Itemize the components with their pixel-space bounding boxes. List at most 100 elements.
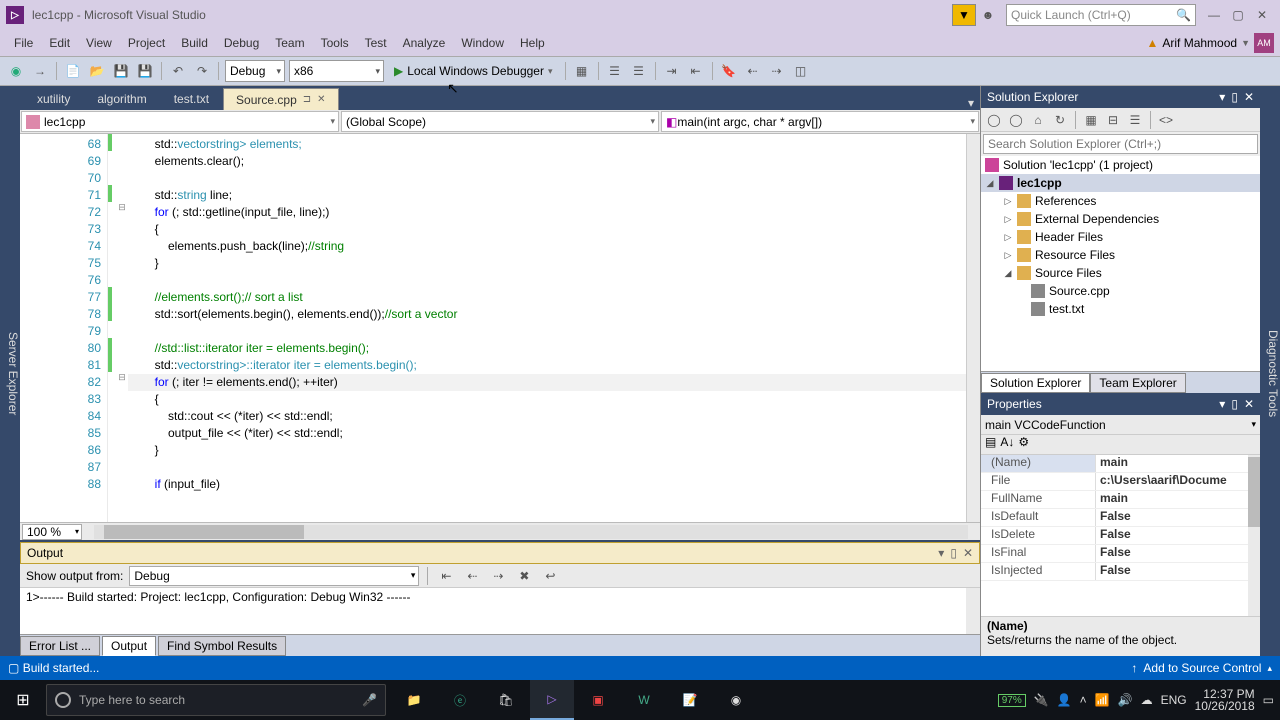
wifi-icon[interactable]: 📶 bbox=[1095, 693, 1110, 707]
uncomment-icon[interactable]: ☰ bbox=[629, 61, 649, 81]
bm-prev-icon[interactable]: ⇠ bbox=[743, 61, 763, 81]
mic-icon[interactable]: 🎤 bbox=[362, 693, 377, 707]
properties-header[interactable]: Properties ▾▯✕ bbox=[981, 393, 1260, 415]
properties-subject[interactable]: main VCCodeFunction▾ bbox=[981, 415, 1260, 435]
property-grid[interactable]: (Name)mainFilec:\Users\aarif\DocumeFullN… bbox=[981, 455, 1260, 616]
notifications-icon[interactable]: ▭ bbox=[1263, 693, 1274, 707]
tree-file[interactable]: Source.cpp bbox=[981, 282, 1260, 300]
se-dropdown-icon[interactable]: ▾ bbox=[1219, 90, 1225, 104]
output-scrollbar[interactable] bbox=[966, 588, 980, 634]
se-close-icon[interactable]: ✕ bbox=[1244, 90, 1254, 104]
chevron-down-icon[interactable]: ▼ bbox=[1241, 38, 1250, 48]
solution-node[interactable]: Solution 'lec1cpp' (1 project) bbox=[981, 156, 1260, 174]
tabs-overflow-icon[interactable]: ▾ bbox=[962, 96, 980, 110]
source-control-button[interactable]: Add to Source Control bbox=[1143, 661, 1261, 675]
se-tab[interactable]: Team Explorer bbox=[1090, 373, 1185, 393]
menu-tools[interactable]: Tools bbox=[313, 34, 357, 52]
code-editor[interactable]: 6869707172737475767778798081828384858687… bbox=[20, 134, 980, 522]
solution-explorer-header[interactable]: Solution Explorer ▾▯✕ bbox=[981, 86, 1260, 108]
property-row[interactable]: FullNamemain bbox=[981, 491, 1260, 509]
menu-analyze[interactable]: Analyze bbox=[395, 34, 454, 52]
se-refresh-icon[interactable]: ↻ bbox=[1051, 111, 1069, 129]
close-button[interactable]: ✕ bbox=[1250, 4, 1274, 26]
word-app[interactable]: W bbox=[622, 680, 666, 720]
tab-xutility[interactable]: xutility bbox=[24, 88, 83, 110]
prop-pin-icon[interactable]: ▯ bbox=[1231, 397, 1238, 411]
battery-icon[interactable]: 97% bbox=[998, 694, 1026, 707]
prop-cat-icon[interactable]: ▤ bbox=[985, 435, 996, 454]
bm-clear-icon[interactable]: ◫ bbox=[791, 61, 811, 81]
outdent-icon[interactable]: ⇤ bbox=[686, 61, 706, 81]
se-showall-icon[interactable]: ▦ bbox=[1082, 111, 1100, 129]
clear-output-icon[interactable]: ✖ bbox=[514, 566, 534, 586]
indent-icon[interactable]: ⇥ bbox=[662, 61, 682, 81]
comment-icon[interactable]: ☰ bbox=[605, 61, 625, 81]
editor-scrollbar[interactable] bbox=[966, 134, 980, 522]
bottom-tab-output[interactable]: Output bbox=[102, 636, 156, 656]
onedrive-icon[interactable]: ☁ bbox=[1141, 693, 1153, 707]
property-row[interactable]: IsInjectedFalse bbox=[981, 563, 1260, 581]
editor-hscrollbar[interactable] bbox=[94, 525, 968, 539]
panel-dropdown-icon[interactable]: ▾ bbox=[938, 546, 944, 560]
menu-project[interactable]: Project bbox=[120, 34, 173, 52]
people-icon[interactable]: 👤 bbox=[1057, 693, 1072, 707]
configuration-select[interactable]: Debug bbox=[225, 60, 285, 82]
code-content[interactable]: std::vectorstring> elements; elements.cl… bbox=[128, 134, 966, 522]
lang-icon[interactable]: ENG bbox=[1161, 693, 1187, 707]
se-collapse-icon[interactable]: ⊟ bbox=[1104, 111, 1122, 129]
tab-source-cpp[interactable]: Source.cpp⊐✕ bbox=[223, 88, 338, 110]
menu-help[interactable]: Help bbox=[512, 34, 553, 52]
notification-filter-button[interactable]: ▼ bbox=[952, 4, 976, 26]
nav-scope-select[interactable]: (Global Scope) bbox=[341, 111, 659, 132]
menu-edit[interactable]: Edit bbox=[41, 34, 78, 52]
prop-dropdown-icon[interactable]: ▾ bbox=[1219, 397, 1225, 411]
tree-node[interactable]: ▷External Dependencies bbox=[981, 210, 1260, 228]
output-from-select[interactable]: Debug bbox=[129, 566, 419, 586]
property-row[interactable]: IsDeleteFalse bbox=[981, 527, 1260, 545]
wrap-icon[interactable]: ↩ bbox=[540, 566, 560, 586]
output-text[interactable]: 1>------ Build started: Project: lec1cpp… bbox=[20, 588, 980, 634]
save-icon[interactable]: 💾 bbox=[111, 61, 131, 81]
nav-member-select[interactable]: ◧ main(int argc, char * argv[]) bbox=[661, 111, 979, 132]
tree-node[interactable]: ▷Header Files bbox=[981, 228, 1260, 246]
menu-debug[interactable]: Debug bbox=[216, 34, 267, 52]
publish-icon[interactable]: ↑ bbox=[1131, 661, 1137, 675]
property-row[interactable]: IsDefaultFalse bbox=[981, 509, 1260, 527]
edge-app[interactable]: ⓔ bbox=[438, 680, 482, 720]
prop-page-icon[interactable]: ⚙ bbox=[1018, 435, 1029, 454]
se-home-icon[interactable]: ⌂ bbox=[1029, 111, 1047, 129]
project-node[interactable]: ◢lec1cpp bbox=[981, 174, 1260, 192]
tab-test-txt[interactable]: test.txt bbox=[161, 88, 222, 110]
panel-close-icon[interactable]: ✕ bbox=[963, 546, 973, 560]
feedback-icon[interactable]: ☻ bbox=[976, 4, 1000, 26]
out-icon-2[interactable]: ⇠ bbox=[462, 566, 482, 586]
fold-column[interactable]: ⊟⊟ bbox=[116, 134, 128, 522]
taskbar-search[interactable]: Type here to search 🎤 bbox=[46, 684, 386, 716]
volume-icon[interactable]: 🔊 bbox=[1118, 693, 1133, 707]
bookmark-icon[interactable]: 🔖 bbox=[719, 61, 739, 81]
store-app[interactable]: 🛍 bbox=[484, 680, 528, 720]
prop-close-icon[interactable]: ✕ bbox=[1244, 397, 1254, 411]
user-name[interactable]: Arif Mahmood bbox=[1162, 36, 1237, 50]
chevron-up-icon[interactable]: ▴ bbox=[1267, 663, 1272, 674]
menu-window[interactable]: Window bbox=[453, 34, 512, 52]
minimize-button[interactable]: — bbox=[1202, 4, 1226, 26]
source-files-node[interactable]: ◢Source Files bbox=[981, 264, 1260, 282]
menu-build[interactable]: Build bbox=[173, 34, 216, 52]
platform-select[interactable]: x86 bbox=[289, 60, 384, 82]
prop-az-icon[interactable]: A↓ bbox=[1000, 435, 1014, 454]
tree-node[interactable]: ▷Resource Files bbox=[981, 246, 1260, 264]
bottom-tab-error-list-[interactable]: Error List ... bbox=[20, 636, 100, 656]
explorer-app[interactable]: 📁 bbox=[392, 680, 436, 720]
se-pin-icon[interactable]: ▯ bbox=[1231, 90, 1238, 104]
output-header[interactable]: Output ▾ ▯ ✕ bbox=[20, 542, 980, 564]
open-file-icon[interactable]: 📂 bbox=[87, 61, 107, 81]
bm-next-icon[interactable]: ⇢ bbox=[767, 61, 787, 81]
property-scrollbar[interactable] bbox=[1248, 455, 1260, 616]
start-debugger-button[interactable]: ▶ Local Windows Debugger ▾ bbox=[388, 64, 559, 78]
obs-app[interactable]: ◉ bbox=[714, 680, 758, 720]
redo-icon[interactable]: ↷ bbox=[192, 61, 212, 81]
se-back-icon[interactable]: ◯ bbox=[985, 111, 1003, 129]
nav-back-icon[interactable]: ◉ bbox=[6, 61, 26, 81]
solution-explorer-search[interactable] bbox=[981, 132, 1260, 156]
